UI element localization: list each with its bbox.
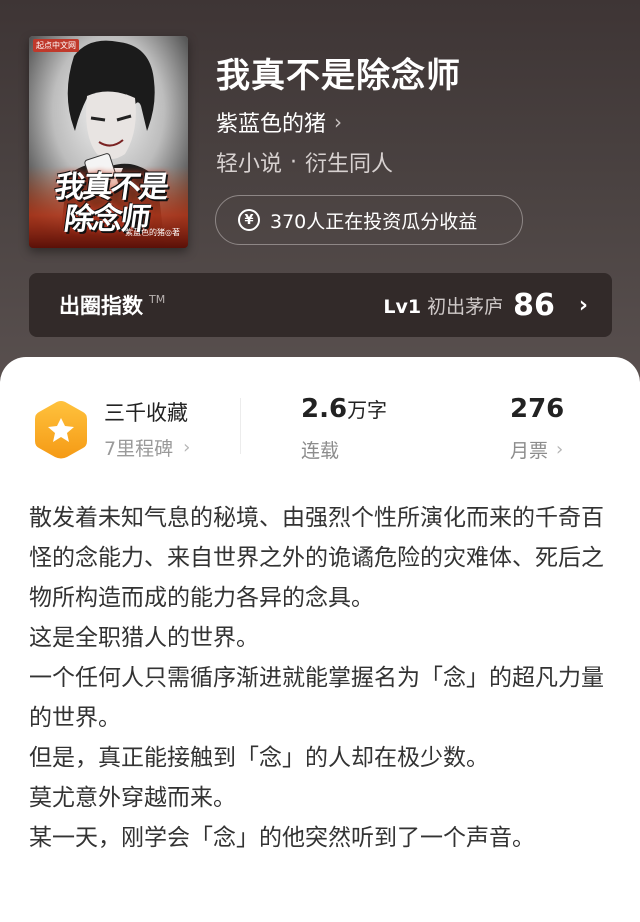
separator-dot: · xyxy=(290,149,298,175)
level-code: Lv1 xyxy=(383,295,422,318)
popularity-level: Lv1 初出茅庐 xyxy=(383,292,503,319)
milestone-link[interactable]: 7里程碑 › xyxy=(104,434,190,461)
trademark-mark: TM xyxy=(149,292,166,306)
word-count: 2.6万字 xyxy=(301,394,387,424)
author-name: 紫蓝色的猪 xyxy=(216,112,327,137)
cover-author-mark: 紫蓝色的猪◎著 xyxy=(125,228,180,237)
book-header: 起点中文网 我真不是 除念师 紫蓝色的猪◎著 我真不是除念师 紫蓝色的猪 › 轻… xyxy=(0,0,640,400)
cover-title-line-1: 我真不是 xyxy=(52,170,170,205)
invest-text: 370人正在投资瓜分收益 xyxy=(270,210,478,233)
level-name: 初出茅庐 xyxy=(427,295,504,318)
milestone-text: 7里程碑 xyxy=(104,438,174,460)
synopsis-paragraph: 一个任何人只需循序渐进就能掌握名为「念」的超凡力量的世界。 xyxy=(29,665,604,731)
invest-button[interactable]: ¥ 370人正在投资瓜分收益 xyxy=(215,195,523,245)
synopsis-paragraph: 某一天，刚学会「念」的他突然听到了一个声音。 xyxy=(29,825,535,851)
book-synopsis[interactable]: 散发着未知气息的秘境、由强烈个性所演化而来的千奇百怪的念能力、来自世界之外的诡谲… xyxy=(29,498,604,858)
monthly-ticket-label: 月票 xyxy=(510,440,549,462)
synopsis-paragraph: 散发着未知气息的秘境、由强烈个性所演化而来的千奇百怪的念能力、来自世界之外的诡谲… xyxy=(29,505,604,611)
synopsis-paragraph: 这是全职猎人的世界。 xyxy=(29,625,259,651)
subcategory-tag[interactable]: 衍生同人 xyxy=(305,146,393,178)
popularity-score: 86 xyxy=(513,287,555,323)
book-categories: 轻小说 · 衍生同人 xyxy=(216,146,393,178)
monthly-ticket-link[interactable]: 月票 › xyxy=(510,436,563,463)
category-tag[interactable]: 轻小说 xyxy=(216,146,282,178)
chevron-right-icon: › xyxy=(183,437,191,458)
serial-status: 连载 xyxy=(301,440,340,462)
synopsis-paragraph: 但是，真正能接触到「念」的人却在极少数。 xyxy=(29,745,489,771)
book-title: 我真不是除念师 xyxy=(216,56,461,96)
yen-coin-icon: ¥ xyxy=(238,209,260,231)
collection-title: 三千收藏 xyxy=(104,401,188,425)
chevron-right-icon: › xyxy=(578,292,588,318)
monthly-ticket-count: 276 xyxy=(510,394,565,424)
cover-publisher-logo: 起点中文网 xyxy=(33,39,79,52)
word-count-number: 2.6 xyxy=(301,394,348,424)
popularity-label: 出圈指数 xyxy=(59,294,143,318)
synopsis-paragraph: 莫尤意外穿越而来。 xyxy=(29,785,236,811)
book-cover[interactable]: 起点中文网 我真不是 除念师 紫蓝色的猪◎著 xyxy=(29,36,188,248)
chevron-right-icon: › xyxy=(556,439,564,460)
star-hexagon-badge-icon xyxy=(35,401,87,459)
stats-divider xyxy=(240,398,241,454)
author-link[interactable]: 紫蓝色的猪 › xyxy=(216,106,342,138)
popularity-index-bar[interactable]: 出圈指数 TM Lv1 初出茅庐 86 › xyxy=(29,273,612,337)
word-count-unit: 万字 xyxy=(347,398,388,422)
chevron-right-icon: › xyxy=(334,110,343,134)
